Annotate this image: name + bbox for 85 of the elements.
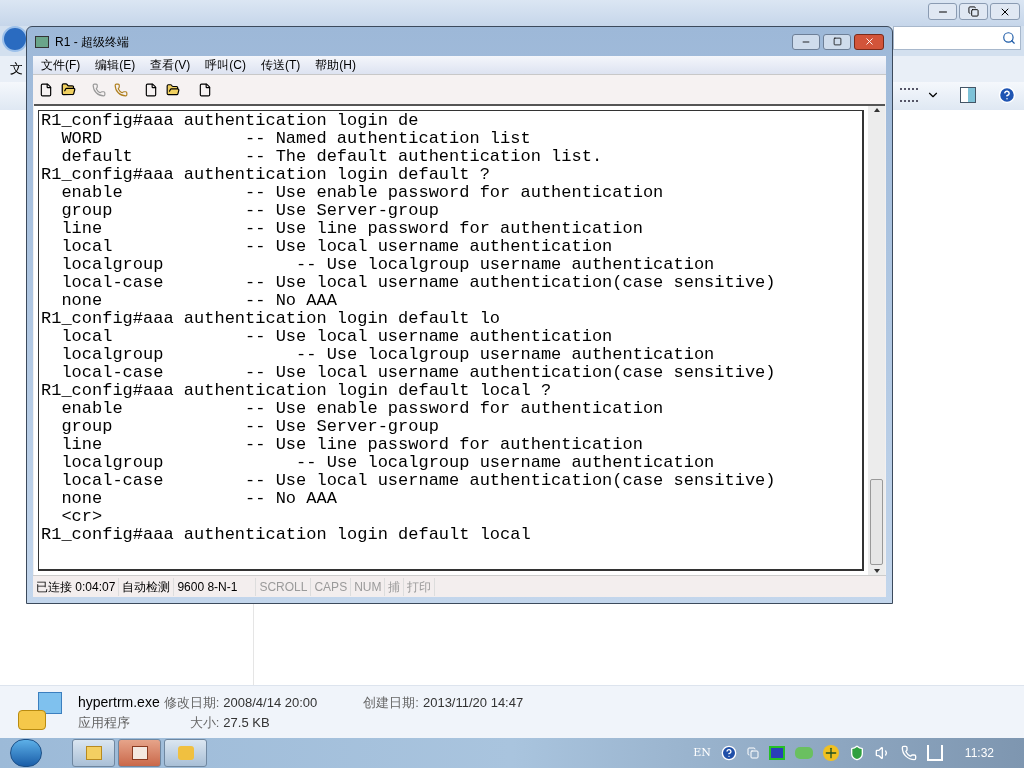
file-size: 27.5 KB bbox=[223, 713, 271, 732]
restore-button[interactable] bbox=[959, 3, 988, 20]
terminal-line: R1_config#aaa authentication login default local ? bbox=[41, 382, 552, 400]
terminal-line: local -- Use local username authentication bbox=[60, 328, 613, 346]
menu-item[interactable]: 呼叫(C) bbox=[205, 56, 246, 74]
minimize-button[interactable] bbox=[928, 3, 957, 20]
search-field[interactable] bbox=[893, 26, 1021, 50]
menu-item[interactable]: 帮助(H) bbox=[315, 56, 356, 74]
terminal-line: R1_config#aaa authentication login default ? bbox=[41, 166, 490, 184]
status-cell: 自动检测 bbox=[119, 577, 175, 596]
menu-item[interactable]: 查看(V) bbox=[150, 56, 191, 74]
file-name: hypertrm.exe bbox=[78, 692, 160, 712]
terminal-line: none -- No AAA bbox=[60, 292, 337, 310]
modified-date: 2008/4/14 20:00 bbox=[223, 693, 318, 712]
tray-app-icon[interactable] bbox=[768, 746, 785, 760]
file-type: 应用程序 bbox=[78, 713, 131, 732]
preview-pane-icon[interactable] bbox=[960, 87, 976, 103]
scroll-up-icon[interactable] bbox=[873, 108, 880, 112]
receive-folder-icon[interactable] bbox=[166, 82, 180, 97]
status-cell: 捕 bbox=[385, 577, 405, 596]
menu-item[interactable]: 文 bbox=[10, 59, 23, 79]
status-cell: CAPS bbox=[311, 577, 352, 596]
status-cell: SCROLL bbox=[256, 577, 312, 596]
minimize-button[interactable] bbox=[792, 33, 820, 50]
maximize-icon bbox=[832, 37, 842, 46]
menu-item[interactable]: 传送(T) bbox=[261, 56, 301, 74]
close-button[interactable] bbox=[990, 3, 1020, 20]
terminal-line: local -- Use local username authentication bbox=[60, 238, 613, 256]
terminal-line: none -- No AAA bbox=[60, 490, 337, 508]
menu-item[interactable]: 文件(F) bbox=[41, 56, 81, 74]
taskbar-button[interactable] bbox=[164, 739, 207, 767]
phone-icon[interactable] bbox=[92, 82, 106, 97]
window-title: R1 - 超级终端 bbox=[55, 33, 129, 51]
open-folder-icon[interactable] bbox=[61, 82, 76, 97]
start-button[interactable] bbox=[10, 739, 42, 767]
app-icon bbox=[85, 746, 102, 760]
created-label: 创建日期: bbox=[363, 693, 419, 712]
terminal-line: WORD -- Named authentication list bbox=[60, 130, 531, 148]
shield-icon[interactable] bbox=[848, 745, 865, 761]
terminal-line: local-case -- Use local username authentication(case sensitive) bbox=[60, 364, 776, 382]
plus-icon[interactable] bbox=[822, 745, 839, 761]
created-date: 2013/11/20 14:47 bbox=[422, 693, 524, 712]
status-cell: 打印 bbox=[404, 577, 436, 596]
terminal-line: line -- Use line password for authentication bbox=[60, 220, 643, 238]
taskbar-button[interactable] bbox=[72, 739, 115, 767]
terminal-line: enable -- Use enable password for authentication bbox=[60, 184, 664, 202]
terminal-line: group -- Use Server-group bbox=[60, 202, 439, 220]
terminal-line: group -- Use Server-group bbox=[60, 418, 439, 436]
terminal-line: local-case -- Use local username authentication(case sensitive) bbox=[60, 472, 776, 490]
terminal-line: R1_config#aaa authentication login de bbox=[41, 112, 419, 130]
new-file-icon[interactable] bbox=[39, 82, 53, 97]
terminal-line: localgroup -- Use localgroup username authentication bbox=[60, 454, 715, 472]
terminal-line: R1_config#aaa authentication login default lo bbox=[41, 310, 501, 328]
terminal-line: R1_config#aaa authentication login default local bbox=[41, 526, 531, 544]
close-icon bbox=[863, 36, 875, 47]
terminal-line: <cr> bbox=[60, 508, 103, 526]
restore-icon bbox=[968, 6, 979, 17]
scrollbar[interactable] bbox=[868, 106, 885, 575]
app-icon bbox=[35, 35, 49, 48]
terminal-line: default -- The default authentication list. bbox=[60, 148, 603, 166]
send-file-icon[interactable] bbox=[144, 82, 158, 97]
help-icon[interactable] bbox=[720, 745, 737, 761]
menu-item[interactable]: 编辑(E) bbox=[95, 56, 136, 74]
terminal-line: localgroup -- Use localgroup username authentication bbox=[60, 346, 715, 364]
view-list-icon[interactable] bbox=[900, 88, 918, 102]
phone-icon[interactable] bbox=[114, 82, 128, 97]
modified-label: 修改日期: bbox=[163, 693, 220, 712]
status-cell: 已连接 0:04:07 bbox=[33, 577, 120, 596]
status-cell: NUM bbox=[351, 577, 386, 596]
scroll-thumb[interactable] bbox=[870, 479, 883, 565]
app-icon bbox=[131, 746, 148, 760]
app-icon bbox=[177, 746, 194, 760]
properties-icon[interactable] bbox=[198, 82, 212, 97]
maximize-button[interactable] bbox=[823, 33, 851, 50]
taskbar-button[interactable] bbox=[118, 739, 161, 767]
help-icon[interactable] bbox=[998, 86, 1016, 104]
back-icon[interactable] bbox=[2, 26, 28, 52]
terminal-line: local-case -- Use local username authentication(case sensitive) bbox=[60, 274, 776, 292]
terminal-line: localgroup -- Use localgroup username authentication bbox=[60, 256, 715, 274]
status-cell: 9600 8-N-1 bbox=[174, 577, 257, 596]
terminal-line: line -- Use line password for authentication bbox=[60, 436, 643, 454]
phone-computer-icon bbox=[18, 692, 62, 732]
size-label: 大小: bbox=[189, 713, 220, 732]
search-icon bbox=[1002, 31, 1016, 45]
terminal-line: enable -- Use enable password for authentication bbox=[60, 400, 664, 418]
